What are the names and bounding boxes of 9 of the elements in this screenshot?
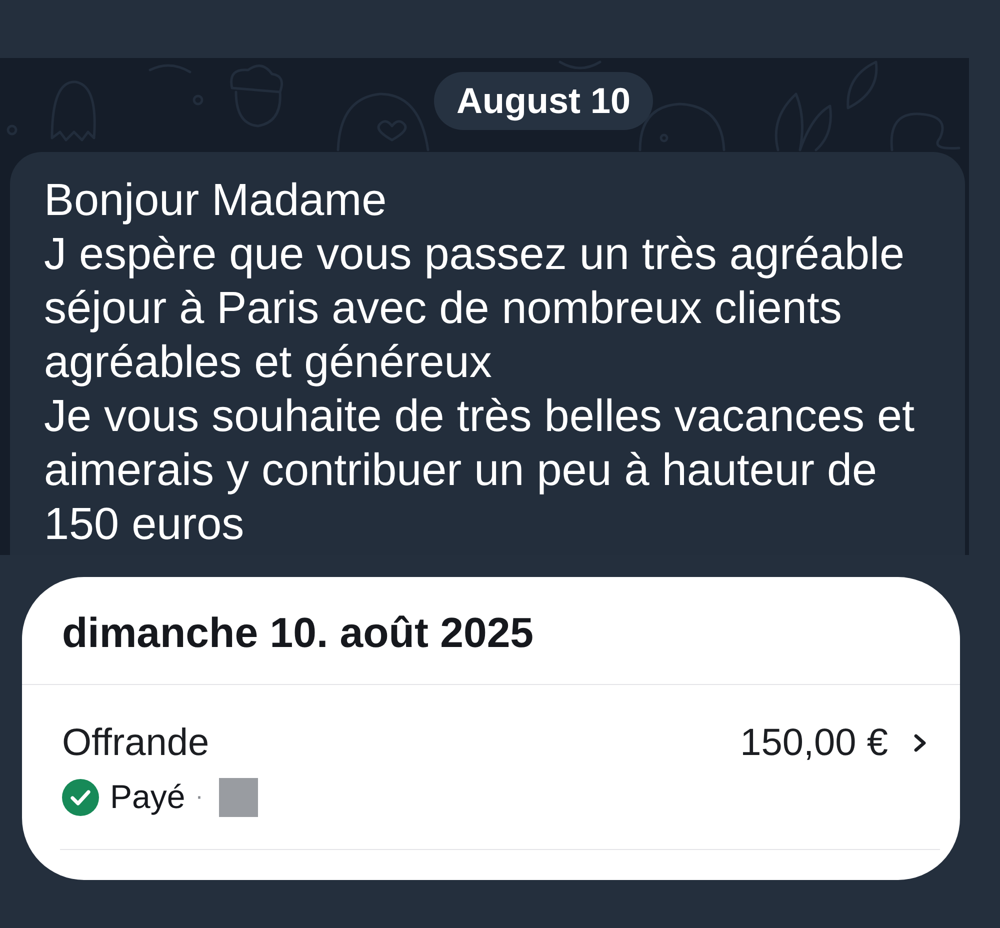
message-text: Bonjour Madame J espère que vous passez un très agréable séjour à Paris avec de nombreux clients agréables et généreux Je vous souhaite de très belles vacances et aimerais y contribuer un peu à hauteur de 150 euros <box>44 173 916 551</box>
separator-dot: · <box>195 782 204 812</box>
date-pill: August 10 <box>434 72 653 130</box>
date-heading: dimanche 10. août 2025 <box>62 608 534 658</box>
amount-text: 150,00 € <box>740 721 888 766</box>
chevron-right-icon[interactable] <box>912 734 928 752</box>
transaction-label: Offrande <box>62 721 210 766</box>
redaction-block <box>219 778 258 816</box>
status-text: Payé <box>110 777 186 817</box>
